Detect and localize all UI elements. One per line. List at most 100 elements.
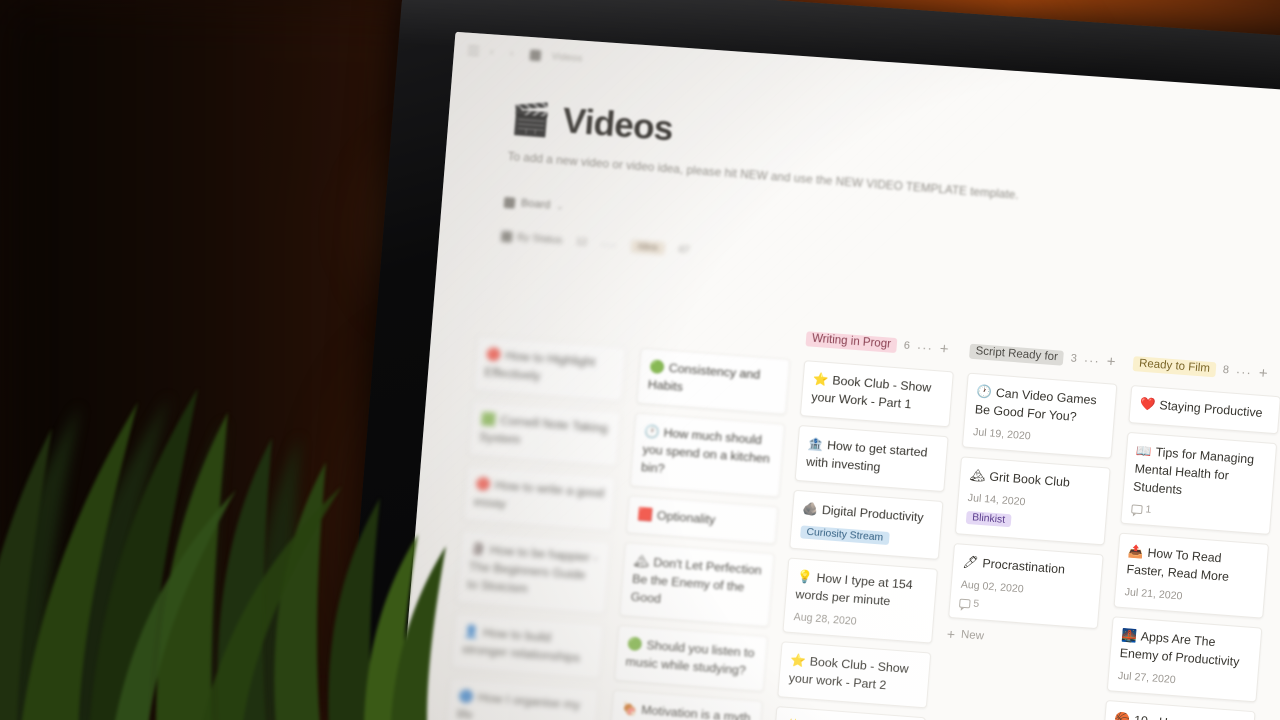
kanban-column-script-ready-for: Script Ready for 3 ··· + 🕐 Can Video Games Be… [930, 340, 1120, 720]
card-title: 🟥 Optionality [636, 506, 716, 527]
kanban-card[interactable]: ⭐ Book Club - Show your work - Part 2 [777, 641, 932, 709]
notion-app: ‹ › Videos 🎬 Videos To add a new video o… [386, 32, 1280, 720]
status-chip-idea-count: 47 [677, 243, 690, 256]
column-more-icon[interactable]: ··· [916, 339, 933, 355]
card-title: ✨iPad Pro Magic Keyboard Review - One Mo… [781, 716, 915, 720]
card-title: 📤 How To Read Faster, Read More [1126, 544, 1230, 584]
card-title: 🏀10 - How to get publications in medical… [1111, 710, 1245, 720]
card-title: 👤 How to build stronger relationships [461, 623, 581, 665]
kanban-card[interactable]: ❤️ Staying Productive [1128, 385, 1280, 435]
card-title: ❤️ Staying Productive [1139, 396, 1264, 421]
hamburger-icon[interactable] [467, 45, 480, 56]
laptop: ‹ › Videos 🎬 Videos To add a new video o… [339, 0, 1280, 720]
kanban-card[interactable]: ⭐ Book Club - Show your Work - Part 1 [799, 360, 954, 428]
page-emoji-icon[interactable]: 🎬 [509, 99, 552, 138]
kanban-card[interactable]: 🖊 Procrastination Aug 02, 2020 5 [948, 542, 1104, 630]
kanban-column-second-column: 🟢 Consistency and Habits 🕐 How much should … [603, 315, 793, 720]
photo-scene: ‹ › Videos 🎬 Videos To add a new video o… [0, 0, 1280, 720]
kanban-card[interactable]: 🕐 Can Video Games Be Good For You? Jul 19,… [961, 372, 1118, 459]
comment-count-value: 1 [1144, 504, 1152, 516]
card-date: Jul 19, 2020 [972, 426, 1032, 443]
toolbar-filter-icon[interactable]: ··· [601, 236, 618, 252]
card-emoji-icon: 🍖 [621, 701, 638, 717]
card-title: ⭐ Book Club - Show your Work - Part 1 [810, 371, 932, 412]
column-status-chip[interactable]: Script Ready for [969, 343, 1065, 366]
column-header-writing-in-progress: Writing in Progr 6 ··· + [805, 327, 956, 360]
comment-bubble-icon [958, 598, 971, 609]
column-add-card-icon[interactable]: + [1258, 364, 1268, 382]
kanban-card[interactable]: 🔴 How to Highlight Effectively [472, 335, 627, 403]
kanban-card[interactable]: 🍖 Motivation is a myth [610, 689, 763, 720]
card-emoji-icon: 🕐 [643, 424, 661, 440]
page-title[interactable]: Videos [561, 101, 674, 149]
card-title: 🔴 How to Highlight Effectively [483, 346, 596, 384]
column-status-chip[interactable]: Ready to Film [1132, 355, 1217, 377]
card-emoji-icon: 🪨 [801, 501, 819, 517]
card-emoji-icon: ⭐ [789, 652, 807, 668]
kanban-card[interactable]: 💡 How I type at 154 words per minute Aug 2… [782, 557, 939, 644]
card-title: 🏔 Don't Let Perfection Be the Enemy of th… [630, 553, 763, 606]
new-card-button[interactable]: + New [946, 626, 1097, 652]
card-tag[interactable]: Curiosity Stream [800, 525, 890, 545]
column-more-icon[interactable]: ··· [1235, 363, 1252, 379]
card-title: 🏔 Grit Book Club [969, 467, 1071, 490]
chevron-left-icon[interactable]: ‹ [490, 46, 500, 57]
kanban-card[interactable]: 🟥 Optionality [625, 495, 779, 545]
card-emoji-icon: 🕐 [975, 384, 993, 400]
page-title-row: 🎬 Videos [509, 97, 1280, 213]
status-chip-idea[interactable]: Idea [630, 239, 665, 255]
column-header-script-ready-for: Script Ready for 3 ··· + [969, 340, 1120, 373]
card-emoji-icon: 🏔 [633, 553, 651, 569]
kanban-card[interactable]: 🏦 How to get started with investing [794, 424, 949, 493]
column-add-card-icon[interactable]: + [1106, 353, 1116, 371]
breadcrumb[interactable]: Videos [551, 51, 582, 64]
column-card-count: 6 [903, 339, 911, 353]
kanban-column-writing-in-progress: Writing in Progr 6 ··· + ⭐ Book Club - Show y… [766, 327, 956, 720]
kanban-card[interactable]: 🏀10 - How to get publications in medical… [1100, 699, 1256, 720]
new-card-label: New [960, 628, 985, 643]
kanban-card[interactable]: 🟩 Cornell Note Taking System [467, 400, 622, 468]
card-emoji-icon: 💡 [796, 569, 814, 585]
card-emoji-icon: 🏦 [807, 436, 824, 452]
card-emoji-icon: 🟩 [480, 411, 497, 427]
board-toolbar: By Status 12 ··· Idea 47 ··· + [500, 227, 1280, 321]
kanban-card[interactable]: 🔴 How to write a good essay [462, 464, 617, 532]
card-title: 🏦 How to get started with investing [805, 436, 928, 475]
column-more-icon[interactable]: ··· [1083, 352, 1100, 368]
kanban-card[interactable]: 📤 How To Read Faster, Read More Jul 21, 20… [1113, 532, 1270, 619]
kanban-card[interactable]: 🏔 Don't Let Perfection Be the Enemy of th… [619, 541, 775, 628]
card-title: 💡 How I type at 154 words per minute [794, 569, 914, 609]
kanban-card[interactable]: 🟢 Should you listen to music while studyi… [614, 624, 769, 692]
toolbar-count: 12 [575, 235, 588, 248]
comment-count-value: 5 [972, 598, 980, 611]
kanban-card[interactable]: 🌉 Apps Are The Enemy of Productivity Jul 2… [1106, 616, 1263, 703]
column-header-second-column [642, 315, 793, 348]
card-comment-count[interactable]: 1 [1131, 503, 1262, 524]
kanban-card[interactable]: 📖 Tips for Managing Mental Health for Stu… [1120, 431, 1278, 535]
kanban-board: 🔴 How to Highlight Effectively 🟩 Cornell No… [439, 302, 1280, 720]
kanban-card[interactable]: 🏔 Grit Book Club Jul 14, 2020 Blinkist [954, 456, 1111, 546]
card-emoji-icon: 🟢 [648, 359, 666, 375]
card-date: Aug 02, 2020 [960, 578, 1025, 596]
kanban-card[interactable]: 🪨 Digital Productivity Curiosity Stream [789, 489, 944, 560]
page-subtitle-emphasis: NEW VIDEO TEMPLATE template. [835, 175, 1020, 202]
card-title: 🟩 Cornell Note Taking System [478, 411, 609, 447]
card-title: 🔴 How to write a good essay [473, 476, 605, 511]
card-emoji-icon: 📤 [1127, 544, 1145, 560]
kanban-card[interactable]: 🕐 How much should you spend on a kitchen … [629, 412, 786, 498]
chevron-down-icon[interactable]: ⌄ [556, 200, 564, 212]
card-comment-count[interactable]: 5 [958, 598, 1090, 619]
kanban-card[interactable]: 🟢 Consistency and Habits [636, 347, 791, 415]
card-tag[interactable]: Blinkist [965, 510, 1012, 528]
kanban-card[interactable]: ✨iPad Pro Magic Keyboard Review - One Mo… [770, 705, 927, 720]
card-emoji-icon: 🟢 [626, 636, 644, 652]
card-title: 🌉 Apps Are The Enemy of Productivity [1119, 627, 1240, 669]
card-date: Aug 28, 2020 [793, 610, 858, 628]
group-by-control[interactable]: By Status [500, 230, 563, 246]
card-title: 🖊 Procrastination [962, 554, 1066, 577]
column-add-card-icon[interactable]: + [939, 340, 949, 358]
tab-board[interactable]: Board [521, 197, 551, 211]
column-status-chip[interactable]: Writing in Progr [805, 330, 898, 353]
chevron-right-icon[interactable]: › [510, 48, 520, 59]
card-title: ⭐ Book Club - Show your work - Part 2 [788, 652, 910, 693]
